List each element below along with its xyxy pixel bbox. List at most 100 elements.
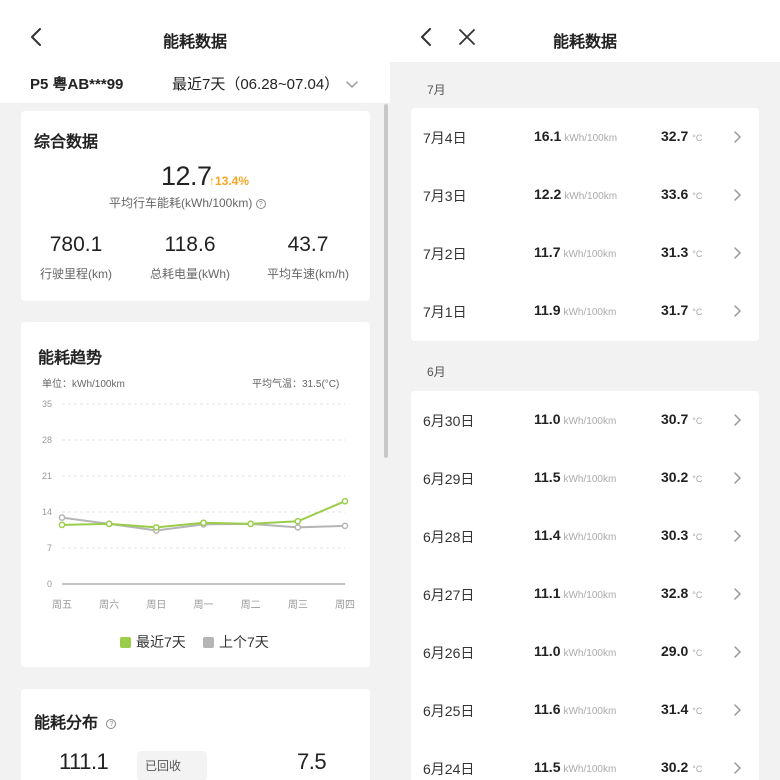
distribution-title-text: 能耗分布 xyxy=(34,715,99,732)
day-row[interactable]: 6月26日 11.0 kWh/100km 29.0 °C xyxy=(411,623,759,681)
stat-label-energy: 总耗电量(kWh) xyxy=(150,267,230,281)
change-value: 13.4% xyxy=(215,174,250,188)
day-consumption: 16.1 kWh/100km xyxy=(534,128,617,144)
consumption-value: 11.5 xyxy=(534,469,561,485)
day-consumption: 11.5 kWh/100km xyxy=(534,759,616,775)
temperature-value: 32.8 xyxy=(661,585,689,601)
day-temperature: 31.4 °C xyxy=(661,701,702,717)
temperature-value: 30.3 xyxy=(661,527,689,543)
stat-value-distance: 780.1 xyxy=(49,233,103,256)
consumption-unit: kWh/100km xyxy=(564,191,618,202)
day-row[interactable]: 6月28日 11.4 kWh/100km 30.3 °C xyxy=(411,507,759,565)
consumption-value: 11.1 xyxy=(534,585,561,601)
page-title: 能耗数据 xyxy=(552,34,617,51)
distribution-left-value: 111.1 xyxy=(59,749,109,774)
temperature-unit: °C xyxy=(692,648,703,658)
day-consumption: 11.6 kWh/100km xyxy=(534,701,616,717)
distribution-title: 能耗分布 ? xyxy=(34,709,117,733)
stat-value-speed: 43.7 xyxy=(287,233,329,256)
stat-label-speed: 平均车速(km/h) xyxy=(267,267,349,281)
day-date: 6月28日 xyxy=(423,529,475,545)
avg-consumption-label-text: 平均行车能耗(kWh/100km) xyxy=(109,196,253,210)
temperature-unit: °C xyxy=(692,191,703,201)
consumption-unit: kWh/100km xyxy=(563,590,617,601)
distribution-right-value: 7.5 xyxy=(297,749,327,774)
day-temperature: 30.2 °C xyxy=(661,759,702,775)
data-point-previous xyxy=(58,514,66,522)
data-point-recent xyxy=(105,520,113,528)
day-consumption: 11.4 kWh/100km xyxy=(534,527,616,543)
summary-card: 综合数据 12.7 ↑13.4% 平均行车能耗(kWh/100km) ? 780… xyxy=(21,111,370,301)
data-point-recent xyxy=(152,524,160,531)
day-row[interactable]: 6月24日 11.5 kWh/100km 30.2 °C xyxy=(411,739,759,780)
legend-label-previous: 上个7天 xyxy=(219,634,269,650)
chevron-right-icon xyxy=(734,413,742,431)
chevron-right-icon xyxy=(734,188,742,206)
day-row[interactable]: 7月3日 12.2 kWh/100km 33.6 °C xyxy=(411,166,759,224)
temperature-unit: °C xyxy=(692,590,703,600)
temperature-unit: °C xyxy=(692,249,703,259)
month-card-july: 7月4日 16.1 kWh/100km 32.7 °C 7月3日 12.2 kWh/1… xyxy=(411,108,759,341)
day-consumption: 11.5 kWh/100km xyxy=(534,469,616,485)
change-indicator: ↑13.4% xyxy=(209,174,249,188)
chevron-right-icon xyxy=(734,246,742,264)
avg-consumption-value: 12.7 xyxy=(161,161,212,191)
day-temperature: 30.2 °C xyxy=(661,469,702,485)
y-tick-label: 21 xyxy=(42,471,52,481)
avg-consumption-label: 平均行车能耗(kWh/100km) ? xyxy=(109,194,266,211)
scrollbar[interactable] xyxy=(384,104,388,458)
month-header-july: 7月 xyxy=(427,83,446,97)
chevron-right-icon xyxy=(734,703,742,721)
chevron-down-icon[interactable] xyxy=(346,76,358,94)
consumption-unit: kWh/100km xyxy=(563,307,617,318)
day-row[interactable]: 7月1日 11.9 kWh/100km 31.7 °C xyxy=(411,282,759,340)
day-row[interactable]: 6月29日 11.5 kWh/100km 30.2 °C xyxy=(411,449,759,507)
chevron-right-icon xyxy=(734,645,742,663)
legend-swatch-recent xyxy=(120,636,131,648)
consumption-value: 11.4 xyxy=(534,527,561,543)
day-temperature: 30.7 °C xyxy=(661,411,702,427)
consumption-value: 11.7 xyxy=(534,244,561,260)
temperature-value: 31.4 xyxy=(661,701,689,717)
x-tick-label: 周五 xyxy=(52,599,72,611)
vehicle-plate[interactable]: P5 粤AB***99 xyxy=(30,73,123,94)
temperature-unit: °C xyxy=(692,764,703,774)
temperature-unit: °C xyxy=(692,706,703,716)
consumption-value: 11.0 xyxy=(534,643,561,659)
day-date: 7月1日 xyxy=(423,304,467,320)
help-icon[interactable]: ? xyxy=(255,199,266,209)
day-row[interactable]: 6月25日 11.6 kWh/100km 31.4 °C xyxy=(411,681,759,739)
y-tick-label: 35 xyxy=(42,399,52,409)
chevron-right-icon xyxy=(734,529,742,547)
consumption-unit: kWh/100km xyxy=(563,706,617,717)
recovered-badge: 已回收 xyxy=(137,751,207,780)
temperature-value: 30.2 xyxy=(661,759,689,775)
day-row[interactable]: 7月4日 16.1 kWh/100km 32.7 °C xyxy=(411,108,759,166)
chevron-right-icon xyxy=(734,471,742,489)
consumption-value: 11.9 xyxy=(534,302,561,318)
consumption-unit: kWh/100km xyxy=(563,416,617,427)
day-temperature: 33.6 °C xyxy=(661,186,702,202)
summary-title: 综合数据 xyxy=(34,134,99,151)
temperature-unit: °C xyxy=(692,133,703,143)
temperature-unit: °C xyxy=(692,416,703,426)
day-temperature: 30.3 °C xyxy=(661,527,702,543)
day-date: 7月4日 xyxy=(423,130,467,146)
date-range-selector[interactable]: 最近7天（06.28~07.04） xyxy=(172,73,339,94)
day-row[interactable]: 6月27日 11.1 kWh/100km 32.8 °C xyxy=(411,565,759,623)
day-date: 6月29日 xyxy=(423,471,475,487)
day-temperature: 29.0 °C xyxy=(661,643,702,659)
x-tick-label: 周四 xyxy=(335,599,355,611)
help-icon[interactable]: ? xyxy=(106,719,117,729)
day-date: 6月26日 xyxy=(423,645,475,661)
day-row[interactable]: 6月30日 11.0 kWh/100km 30.7 °C xyxy=(411,391,759,449)
distribution-card: 能耗分布 ? 111.1 已回收 7.5 xyxy=(21,689,370,780)
energy-summary-panel: 能耗数据 P5 粤AB***99 最近7天（06.28~07.04） 综合数据 … xyxy=(0,0,390,780)
x-tick-label: 周二 xyxy=(241,599,261,611)
temperature-value: 31.7 xyxy=(661,302,689,318)
chevron-right-icon xyxy=(734,130,742,148)
chevron-right-icon xyxy=(734,761,742,779)
x-tick-label: 周日 xyxy=(146,599,166,611)
day-row[interactable]: 7月2日 11.7 kWh/100km 31.3 °C xyxy=(411,224,759,282)
temperature-unit: °C xyxy=(692,474,703,484)
